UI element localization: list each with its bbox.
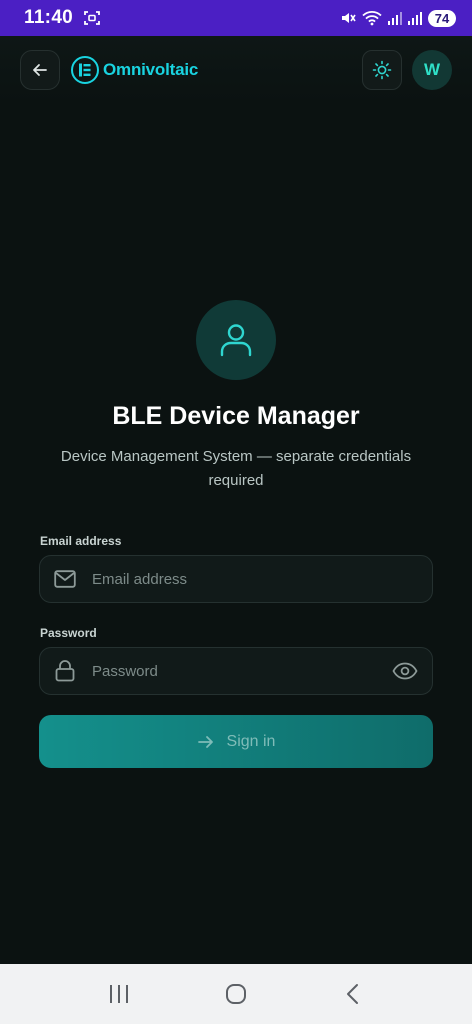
email-field-container[interactable] (39, 555, 433, 603)
system-nav-bar (0, 964, 472, 1024)
mute-icon (342, 13, 356, 23)
back-button[interactable] (20, 50, 60, 90)
password-field-container[interactable] (39, 647, 433, 695)
app-header: Omnivoltaic W (0, 36, 472, 104)
recent-apps-icon (109, 985, 128, 1003)
status-time: 11:40 (24, 7, 74, 28)
sign-in-label: Sign in (226, 732, 276, 750)
email-label: Email address (40, 534, 122, 548)
arrow-right-icon (197, 735, 213, 748)
theme-toggle-button[interactable] (362, 50, 402, 90)
user-icon (220, 324, 252, 357)
page-title: BLE Device Manager (112, 402, 360, 430)
home-icon (225, 984, 246, 1004)
email-input[interactable] (92, 570, 418, 588)
battery-badge: 74 (428, 9, 456, 27)
signal-icon (408, 12, 422, 25)
wifi-icon (362, 11, 382, 26)
mail-icon (54, 568, 76, 590)
home-button[interactable] (216, 974, 256, 1014)
show-password-button[interactable] (392, 658, 418, 684)
page-subtitle: Device Management System — separate cred… (60, 448, 412, 489)
brand-logo-icon (71, 56, 99, 84)
header-actions: W (362, 50, 452, 90)
sign-in-button[interactable]: Sign in (39, 715, 433, 768)
signal-icon (388, 12, 402, 25)
avatar[interactable]: W (412, 50, 452, 90)
sun-icon (372, 60, 392, 80)
brand[interactable]: Omnivoltaic (71, 56, 198, 84)
lock-icon (54, 660, 76, 682)
user-avatar-circle (196, 300, 276, 380)
back-arrow-icon (33, 64, 47, 76)
brand-name: Omnivoltaic (103, 60, 199, 79)
back-icon (347, 984, 359, 1004)
eye-icon (392, 662, 418, 680)
password-label: Password (40, 626, 97, 640)
password-input[interactable] (92, 662, 392, 680)
recent-apps-button[interactable] (99, 974, 139, 1014)
status-icons: 74 (340, 9, 456, 27)
status-bar: 11:40 74 (0, 0, 472, 36)
screenshot-icon (84, 11, 100, 25)
system-back-button[interactable] (333, 974, 373, 1014)
